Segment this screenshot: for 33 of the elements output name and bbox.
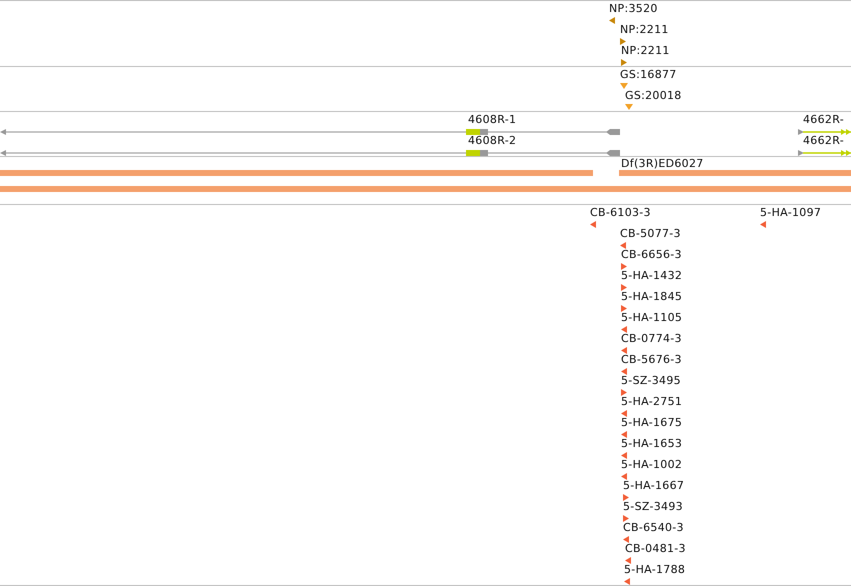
feature-label[interactable]: 5-HA-1653: [621, 437, 682, 450]
gene-label[interactable]: 4662R-: [803, 113, 844, 126]
feature-label[interactable]: CB-6103-3: [590, 206, 651, 219]
feature-label[interactable]: NP:3520: [609, 2, 658, 15]
feature-label[interactable]: CB-6656-3: [621, 248, 682, 261]
feature-label[interactable]: 5-HA-1788: [624, 563, 686, 576]
feature-label[interactable]: CB-5676-3: [621, 353, 682, 366]
feature-label[interactable]: CB-0774-3: [621, 332, 682, 345]
deficiency-label[interactable]: Df(3R)ED6027: [621, 157, 704, 170]
feature-label[interactable]: 5-HA-1097: [760, 206, 822, 219]
feature-label[interactable]: GS:20018: [625, 89, 682, 102]
transcript-drawing[interactable]: [0, 149, 621, 157]
feature-label[interactable]: 5-SZ-3495: [621, 374, 681, 387]
feature-label[interactable]: 5-HA-1675: [621, 416, 682, 429]
feature-label[interactable]: CB-6540-3: [623, 521, 684, 534]
feature-label[interactable]: 5-HA-1432: [621, 269, 682, 282]
transcript-drawing[interactable]: [0, 128, 621, 136]
transcript-drawing[interactable]: [798, 128, 851, 136]
gene-label[interactable]: 4608R-2: [468, 134, 516, 147]
feature-label[interactable]: GS:16877: [620, 68, 677, 81]
feature-label[interactable]: CB-5077-3: [620, 227, 681, 240]
feature-label[interactable]: 5-HA-1845: [621, 290, 682, 303]
feature-label[interactable]: CB-0481-3: [625, 542, 686, 555]
feature-label[interactable]: NP:2211: [621, 44, 670, 57]
gene-label[interactable]: 4662R-: [803, 134, 844, 147]
gene-label[interactable]: 4608R-1: [468, 113, 516, 126]
feature-label[interactable]: 5-HA-2751: [621, 395, 682, 408]
feature-label[interactable]: 5-HA-1105: [621, 311, 682, 324]
feature-label[interactable]: NP:2211: [620, 23, 669, 36]
feature-label[interactable]: 5-SZ-3493: [623, 500, 683, 513]
transcript-drawing[interactable]: [798, 149, 851, 157]
feature-label[interactable]: 5-HA-1002: [621, 458, 682, 471]
feature-label[interactable]: 5-HA-1667: [623, 479, 684, 492]
